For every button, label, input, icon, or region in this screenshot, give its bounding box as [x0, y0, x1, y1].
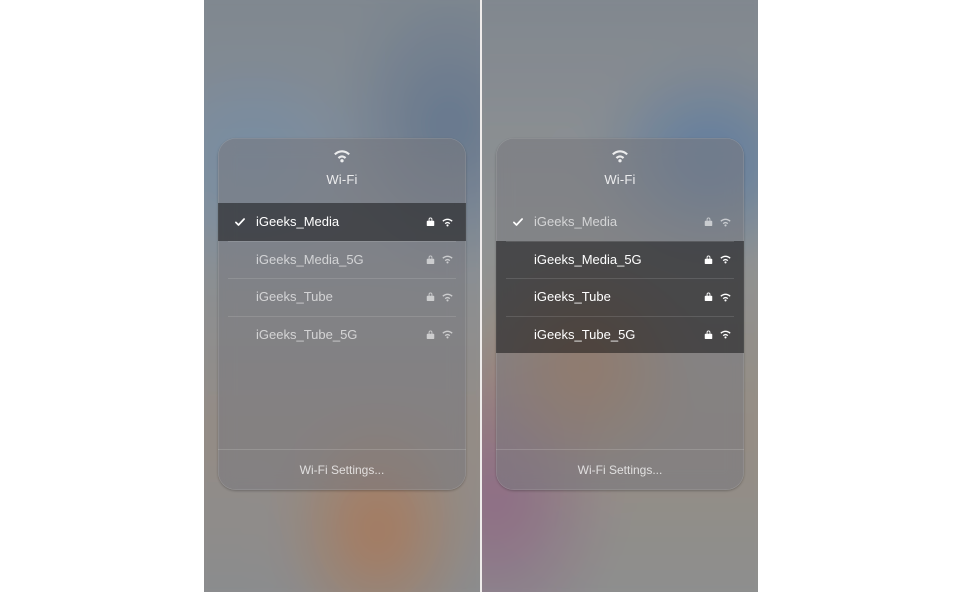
- wifi-signal-icon: [441, 329, 454, 339]
- network-indicators: [426, 216, 454, 227]
- lock-icon: [426, 254, 435, 265]
- network-name: iGeeks_Tube: [528, 289, 704, 304]
- lock-icon: [704, 291, 713, 302]
- network-name: iGeeks_Media: [250, 214, 426, 229]
- panel-header: Wi-Fi: [218, 138, 466, 187]
- lock-icon: [426, 291, 435, 302]
- network-row-igeeks-tube[interactable]: iGeeks_Tube: [218, 278, 466, 316]
- network-name: iGeeks_Tube: [250, 289, 426, 304]
- wifi-signal-icon: [719, 254, 732, 264]
- wifi-settings-button[interactable]: Wi-Fi Settings...: [496, 449, 744, 490]
- wifi-signal-icon: [719, 329, 732, 339]
- network-row-igeeks-media-5g[interactable]: iGeeks_Media_5G: [496, 241, 744, 279]
- wifi-settings-button[interactable]: Wi-Fi Settings...: [218, 449, 466, 490]
- network-row-igeeks-media[interactable]: iGeeks_Media: [496, 203, 744, 241]
- lock-icon: [704, 216, 713, 227]
- panel-header: Wi-Fi: [496, 138, 744, 187]
- checkmark-icon: [508, 216, 528, 228]
- network-name: iGeeks_Tube_5G: [528, 327, 704, 342]
- network-indicators: [704, 329, 732, 340]
- margin-right: [758, 0, 956, 592]
- network-list: iGeeks_Media iGeeks_Media_5G: [218, 203, 466, 353]
- screenshot-right: Wi-Fi iGeeks_Media iGeeks_Media_5G: [482, 0, 758, 592]
- wifi-signal-icon: [719, 292, 732, 302]
- network-list: iGeeks_Media iGeeks_Media_5G: [496, 203, 744, 353]
- checkmark-icon: [230, 216, 250, 228]
- panel-title: Wi-Fi: [496, 172, 744, 187]
- network-indicators: [704, 291, 732, 302]
- network-indicators: [426, 329, 454, 340]
- wifi-signal-icon: [719, 217, 732, 227]
- panel-title: Wi-Fi: [218, 172, 466, 187]
- network-indicators: [704, 216, 732, 227]
- wifi-icon: [610, 148, 630, 163]
- wifi-panel: Wi-Fi iGeeks_Media iGeeks_Media_5G: [496, 138, 744, 490]
- network-indicators: [426, 291, 454, 302]
- wifi-signal-icon: [441, 254, 454, 264]
- network-row-igeeks-media-5g[interactable]: iGeeks_Media_5G: [218, 241, 466, 279]
- network-name: iGeeks_Media: [528, 214, 704, 229]
- network-name: iGeeks_Tube_5G: [250, 327, 426, 342]
- network-row-igeeks-tube-5g[interactable]: iGeeks_Tube_5G: [496, 316, 744, 354]
- stage: Wi-Fi iGeeks_Media iGeeks_Media_5G: [0, 0, 960, 592]
- network-row-igeeks-tube-5g[interactable]: iGeeks_Tube_5G: [218, 316, 466, 354]
- network-name: iGeeks_Media_5G: [250, 252, 426, 267]
- lock-icon: [704, 254, 713, 265]
- network-name: iGeeks_Media_5G: [528, 252, 704, 267]
- wifi-signal-icon: [441, 292, 454, 302]
- screenshot-left: Wi-Fi iGeeks_Media iGeeks_Media_5G: [204, 0, 480, 592]
- lock-icon: [704, 329, 713, 340]
- lock-icon: [426, 329, 435, 340]
- network-row-igeeks-tube[interactable]: iGeeks_Tube: [496, 278, 744, 316]
- lock-icon: [426, 216, 435, 227]
- wifi-settings-label: Wi-Fi Settings...: [300, 463, 385, 477]
- margin-left: [0, 0, 204, 592]
- wifi-signal-icon: [441, 217, 454, 227]
- network-indicators: [426, 254, 454, 265]
- network-row-igeeks-media[interactable]: iGeeks_Media: [218, 203, 466, 241]
- wifi-panel: Wi-Fi iGeeks_Media iGeeks_Media_5G: [218, 138, 466, 490]
- wifi-icon: [332, 148, 352, 163]
- wifi-settings-label: Wi-Fi Settings...: [578, 463, 663, 477]
- network-indicators: [704, 254, 732, 265]
